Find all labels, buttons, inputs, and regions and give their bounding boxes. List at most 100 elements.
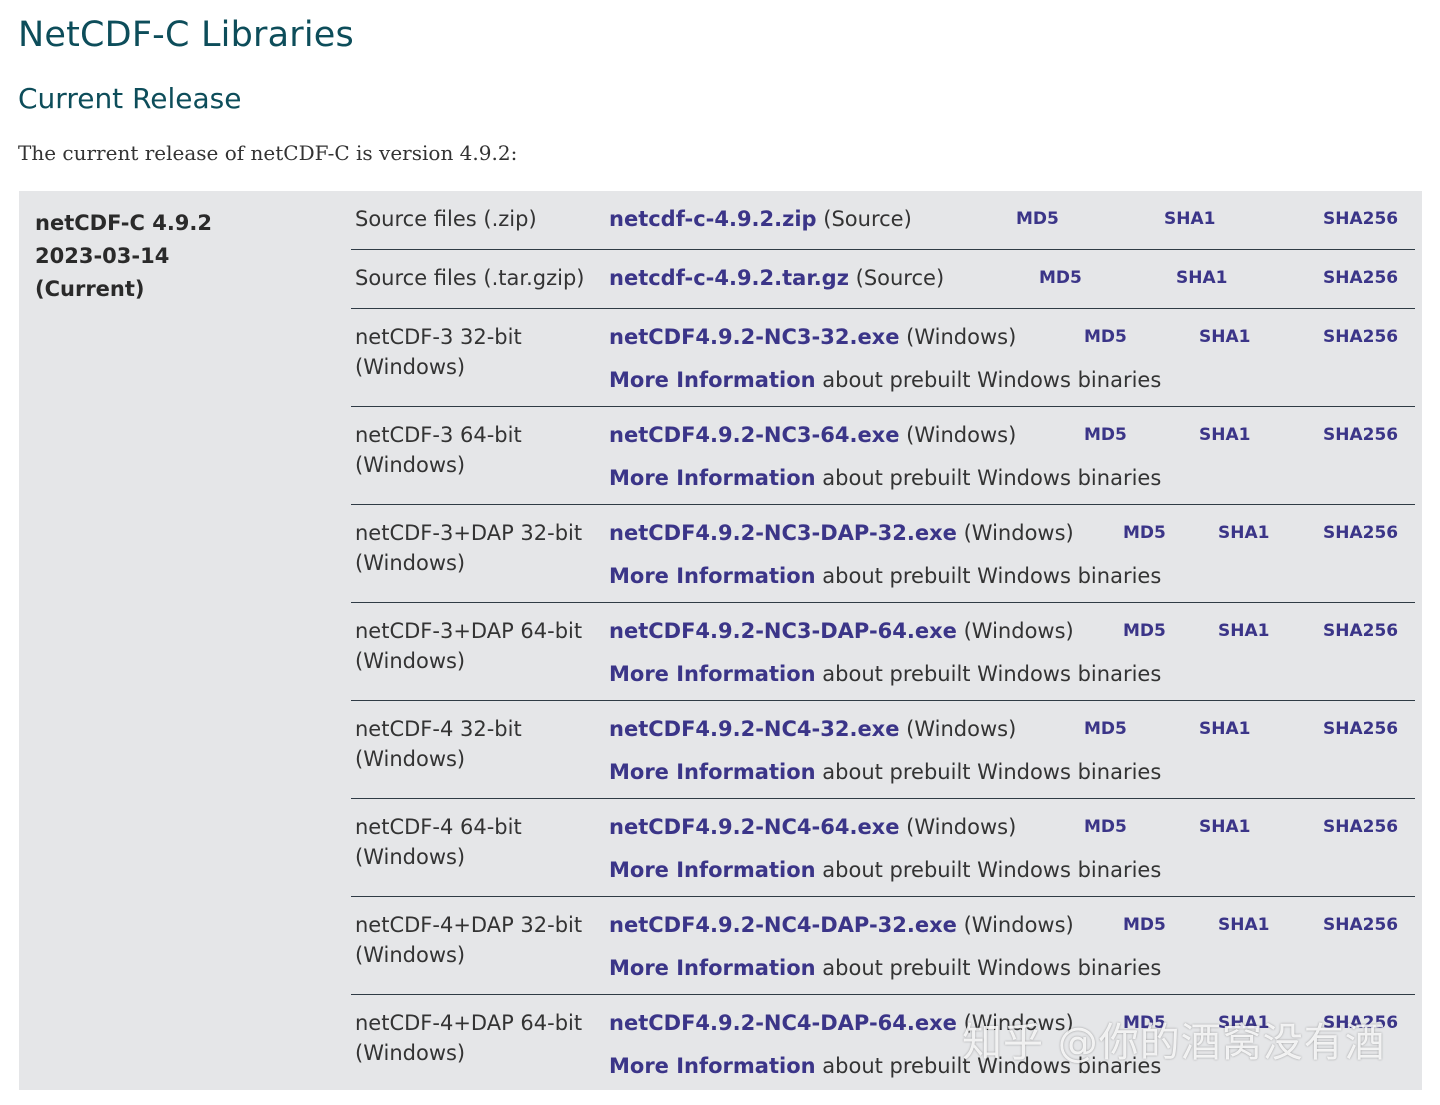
more-info: More Information about prebuilt Windows … [609, 757, 1161, 787]
sha1-link[interactable]: SHA1 [1176, 267, 1227, 289]
platform-label: (Windows) [906, 325, 1017, 349]
more-information-link[interactable]: More Information [609, 662, 816, 686]
file-download: netCDF4.9.2-NC3-64.exe (Windows) [609, 420, 1016, 450]
download-link[interactable]: netCDF4.9.2-NC3-DAP-64.exe [609, 619, 957, 643]
download-link[interactable]: netcdf-c-4.9.2.tar.gz [609, 266, 849, 290]
file-download: netCDF4.9.2-NC4-DAP-32.exe (Windows) [609, 910, 1074, 940]
file-type-label: netCDF-4 32-bit (Windows) [355, 717, 522, 771]
more-info: More Information about prebuilt Windows … [609, 463, 1161, 493]
md5-link[interactable]: MD5 [1084, 424, 1127, 446]
sha256-link[interactable]: SHA256 [1323, 620, 1398, 642]
sha1-link[interactable]: SHA1 [1199, 326, 1250, 348]
more-information-link[interactable]: More Information [609, 564, 816, 588]
file-download: netCDF4.9.2-NC3-32.exe (Windows) [609, 322, 1016, 352]
file-row: netCDF-4 32-bit (Windows) netCDF4.9.2-NC… [351, 700, 1415, 798]
file-type-label: netCDF-3+DAP 32-bit (Windows) [355, 521, 583, 575]
release-info: netCDF-C 4.9.2 2023-03-14 (Current) [35, 207, 212, 306]
md5-link[interactable]: MD5 [1123, 620, 1166, 642]
page-title: NetCDF-C Libraries [18, 15, 354, 55]
file-row: Source files (.zip) netcdf-c-4.9.2.zip (… [351, 191, 1415, 249]
sha1-link[interactable]: SHA1 [1199, 718, 1250, 740]
more-information-link[interactable]: More Information [609, 760, 816, 784]
download-link[interactable]: netCDF4.9.2-NC4-DAP-32.exe [609, 913, 957, 937]
file-type-label: netCDF-4+DAP 64-bit (Windows) [355, 1011, 583, 1065]
platform-label: (Windows) [963, 913, 1074, 937]
release-intro: The current release of netCDF-C is versi… [18, 141, 518, 165]
more-info-text: about prebuilt Windows binaries [822, 858, 1162, 882]
file-list: Source files (.zip) netcdf-c-4.9.2.zip (… [351, 191, 1415, 1092]
file-row: netCDF-3+DAP 32-bit (Windows) netCDF4.9.… [351, 504, 1415, 602]
sha256-link[interactable]: SHA256 [1323, 326, 1398, 348]
file-type-label: Source files (.zip) [355, 207, 537, 231]
sha256-link[interactable]: SHA256 [1323, 522, 1398, 544]
download-link[interactable]: netCDF4.9.2-NC4-32.exe [609, 717, 899, 741]
release-status: (Current) [35, 277, 145, 301]
file-download: netcdf-c-4.9.2.zip (Source) [609, 204, 912, 234]
more-information-link[interactable]: More Information [609, 368, 816, 392]
file-download: netcdf-c-4.9.2.tar.gz (Source) [609, 263, 944, 293]
release-date: 2023-03-14 [35, 244, 170, 268]
sha256-link[interactable]: SHA256 [1323, 267, 1398, 289]
md5-link[interactable]: MD5 [1016, 208, 1059, 230]
md5-link[interactable]: MD5 [1123, 522, 1166, 544]
file-row: netCDF-3 32-bit (Windows) netCDF4.9.2-NC… [351, 308, 1415, 406]
file-download: netCDF4.9.2-NC4-32.exe (Windows) [609, 714, 1016, 744]
more-information-link[interactable]: More Information [609, 858, 816, 882]
sha1-link[interactable]: SHA1 [1199, 816, 1250, 838]
file-download: netCDF4.9.2-NC3-DAP-32.exe (Windows) [609, 518, 1074, 548]
release-version: netCDF-C 4.9.2 [35, 211, 213, 235]
platform-label: (Windows) [963, 619, 1074, 643]
more-information-link[interactable]: More Information [609, 466, 816, 490]
file-type-label: Source files (.tar.gzip) [355, 266, 585, 290]
more-info-text: about prebuilt Windows binaries [822, 956, 1162, 980]
file-row: netCDF-4+DAP 32-bit (Windows) netCDF4.9.… [351, 896, 1415, 994]
sha1-link[interactable]: SHA1 [1218, 522, 1269, 544]
watermark: 知乎 @你的酒窝没有酒 [962, 1020, 1386, 1066]
file-row: netCDF-3+DAP 64-bit (Windows) netCDF4.9.… [351, 602, 1415, 700]
download-link[interactable]: netCDF4.9.2-NC3-32.exe [609, 325, 899, 349]
download-link[interactable]: netCDF4.9.2-NC4-64.exe [609, 815, 899, 839]
more-info: More Information about prebuilt Windows … [609, 855, 1161, 885]
more-info-text: about prebuilt Windows binaries [822, 564, 1162, 588]
sha1-link[interactable]: SHA1 [1164, 208, 1215, 230]
release-table: netCDF-C 4.9.2 2023-03-14 (Current) Sour… [19, 191, 1422, 1090]
sha1-link[interactable]: SHA1 [1218, 914, 1269, 936]
more-info: More Information about prebuilt Windows … [609, 365, 1161, 395]
file-type-label: netCDF-3 32-bit (Windows) [355, 325, 522, 379]
download-link[interactable]: netcdf-c-4.9.2.zip [609, 207, 817, 231]
more-info: More Information about prebuilt Windows … [609, 561, 1161, 591]
sha256-link[interactable]: SHA256 [1323, 208, 1398, 230]
more-info-text: about prebuilt Windows binaries [822, 466, 1162, 490]
file-type-label: netCDF-3 64-bit (Windows) [355, 423, 522, 477]
md5-link[interactable]: MD5 [1084, 718, 1127, 740]
sha256-link[interactable]: SHA256 [1323, 914, 1398, 936]
more-info: More Information about prebuilt Windows … [609, 659, 1161, 689]
more-information-link[interactable]: More Information [609, 956, 816, 980]
md5-link[interactable]: MD5 [1084, 326, 1127, 348]
md5-link[interactable]: MD5 [1039, 267, 1082, 289]
sha256-link[interactable]: SHA256 [1323, 718, 1398, 740]
platform-label: (Source) [855, 266, 945, 290]
sha1-link[interactable]: SHA1 [1199, 424, 1250, 446]
more-info: More Information about prebuilt Windows … [609, 953, 1161, 983]
more-info-text: about prebuilt Windows binaries [822, 368, 1162, 392]
md5-link[interactable]: MD5 [1084, 816, 1127, 838]
sha256-link[interactable]: SHA256 [1323, 816, 1398, 838]
sha1-link[interactable]: SHA1 [1218, 620, 1269, 642]
download-link[interactable]: netCDF4.9.2-NC4-DAP-64.exe [609, 1011, 957, 1035]
file-row: netCDF-3 64-bit (Windows) netCDF4.9.2-NC… [351, 406, 1415, 504]
md5-link[interactable]: MD5 [1123, 914, 1166, 936]
sha256-link[interactable]: SHA256 [1323, 424, 1398, 446]
download-link[interactable]: netCDF4.9.2-NC3-DAP-32.exe [609, 521, 957, 545]
platform-label: (Windows) [906, 717, 1017, 741]
platform-label: (Source) [823, 207, 912, 231]
more-information-link[interactable]: More Information [609, 1054, 816, 1078]
platform-label: (Windows) [906, 423, 1017, 447]
platform-label: (Windows) [906, 815, 1017, 839]
more-info-text: about prebuilt Windows binaries [822, 760, 1162, 784]
file-row: netCDF-4 64-bit (Windows) netCDF4.9.2-NC… [351, 798, 1415, 896]
file-type-label: netCDF-4 64-bit (Windows) [355, 815, 522, 869]
download-link[interactable]: netCDF4.9.2-NC3-64.exe [609, 423, 899, 447]
more-info-text: about prebuilt Windows binaries [822, 662, 1162, 686]
file-row: Source files (.tar.gzip) netcdf-c-4.9.2.… [351, 249, 1415, 308]
